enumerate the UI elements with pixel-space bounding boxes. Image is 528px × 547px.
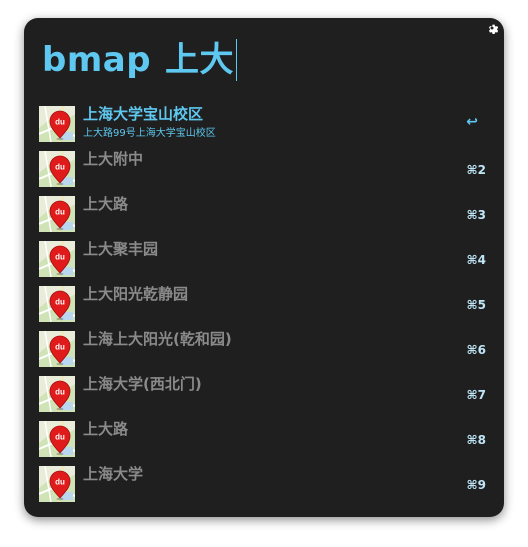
- result-shortcut: ⌘7: [466, 388, 486, 402]
- result-item[interactable]: du 上大附中 ⌘2: [24, 147, 504, 192]
- search-input[interactable]: bmap 上大: [42, 38, 238, 82]
- result-shortcut: ⌘2: [466, 163, 486, 177]
- baidu-maps-icon: du: [39, 466, 75, 502]
- result-title: 上海上大阳光(乾和园): [83, 330, 232, 348]
- baidu-maps-icon: du: [39, 151, 75, 187]
- result-shortcut: ⌘8: [466, 433, 486, 447]
- svg-text:du: du: [55, 388, 65, 397]
- result-shortcut: ⌘5: [466, 298, 486, 312]
- baidu-maps-icon: du: [39, 196, 75, 232]
- svg-text:du: du: [55, 343, 65, 352]
- svg-text:du: du: [55, 433, 65, 442]
- baidu-maps-icon: du: [39, 286, 75, 322]
- result-shortcut: ⌘3: [466, 208, 486, 222]
- result-item[interactable]: du 上大路 ⌘8: [24, 417, 504, 462]
- baidu-maps-icon: du: [39, 241, 75, 277]
- gear-icon[interactable]: [486, 22, 498, 34]
- result-shortcut: ⌘9: [466, 478, 486, 492]
- result-item[interactable]: du 上海大学 ⌘9: [24, 462, 504, 507]
- result-subtitle: 上大路99号上海大学宝山校区: [83, 128, 216, 139]
- launcher-window: bmap 上大 du 上海大学宝山校区 上大路99号上海大学宝山校区 ↩ du …: [24, 18, 504, 517]
- baidu-maps-icon: du: [39, 331, 75, 367]
- svg-text:du: du: [55, 208, 65, 217]
- result-title: 上海大学(西北门): [83, 375, 202, 393]
- result-shortcut: ⌘4: [466, 253, 486, 267]
- svg-text:du: du: [55, 163, 65, 172]
- result-item[interactable]: du 上海上大阳光(乾和园) ⌘6: [24, 327, 504, 372]
- text-caret: [236, 39, 238, 81]
- query-keyword: bmap: [42, 40, 152, 80]
- result-title: 上海大学: [83, 465, 144, 483]
- result-title: 上大阳光乾静园: [83, 285, 189, 303]
- query-text: 上大: [165, 40, 235, 80]
- result-title: 上海大学宝山校区: [83, 105, 204, 123]
- result-item[interactable]: du 上大聚丰园 ⌘4: [24, 237, 504, 282]
- result-shortcut: ⌘6: [466, 343, 486, 357]
- baidu-maps-icon: du: [39, 106, 75, 142]
- result-item[interactable]: du 上大阳光乾静园 ⌘5: [24, 282, 504, 327]
- result-title: 上大路: [83, 195, 129, 213]
- baidu-maps-icon: du: [39, 376, 75, 412]
- return-key-shortcut: ↩: [466, 114, 478, 130]
- result-title: 上大附中: [83, 150, 144, 168]
- svg-text:du: du: [55, 253, 65, 262]
- result-title: 上大路: [83, 420, 129, 438]
- svg-text:du: du: [55, 298, 65, 307]
- svg-text:du: du: [55, 118, 65, 127]
- baidu-maps-icon: du: [39, 421, 75, 457]
- result-title: 上大聚丰园: [83, 240, 159, 258]
- result-item[interactable]: du 上海大学(西北门) ⌘7: [24, 372, 504, 417]
- result-item[interactable]: du 上海大学宝山校区 上大路99号上海大学宝山校区 ↩: [24, 102, 504, 147]
- svg-text:du: du: [55, 478, 65, 487]
- result-item[interactable]: du 上大路 ⌘3: [24, 192, 504, 237]
